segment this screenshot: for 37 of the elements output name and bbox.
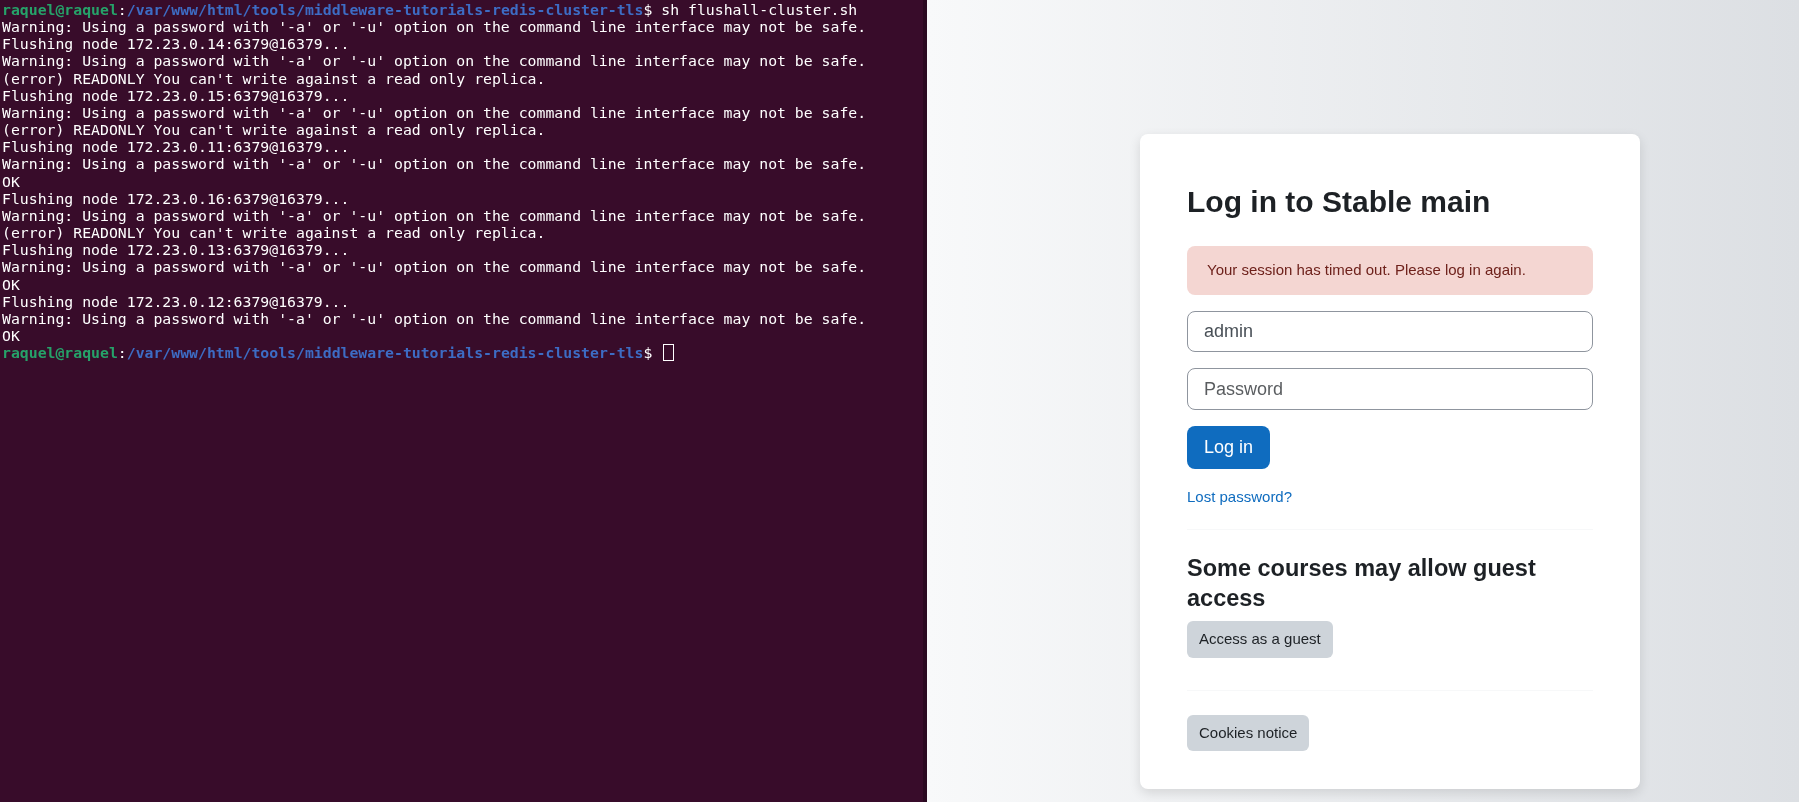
output-line: Warning: Using a password with '-a' or '-u' option on the command line interface may not be safe. <box>2 309 867 327</box>
lost-password-link[interactable]: Lost password? <box>1187 488 1293 506</box>
guest-access-button[interactable]: Access as a guest <box>1187 621 1333 658</box>
guest-heading: Some courses may allow guest access <box>1187 554 1537 613</box>
output-line: Flushing node 172.23.0.14:6379@16379... <box>2 35 350 53</box>
output-line: Warning: Using a password with '-a' or '-u' option on the command line interface may not be safe. <box>2 103 867 121</box>
command-text: sh flushall-cluster.sh <box>661 1 858 18</box>
output-line: Warning: Using a password with '-a' or '-u' option on the command line interface may not be safe. <box>2 18 867 36</box>
login-title: Log in to Stable main <box>1187 184 1492 220</box>
output-line: Flushing node 172.23.0.11:6379@16379... <box>2 138 350 156</box>
output-line: OK <box>2 326 20 344</box>
prompt-user: raquel@raquel <box>2 1 118 18</box>
output-line: Flushing node 172.23.0.12:6379@16379... <box>2 292 350 310</box>
output-line: Warning: Using a password with '-a' or '-u' option on the command line interface may not be safe. <box>2 155 867 173</box>
output-line: Warning: Using a password with '-a' or '-u' option on the command line interface may not be safe. <box>2 206 867 224</box>
password-field[interactable]: Password <box>1187 368 1593 411</box>
username-field[interactable]: admin <box>1187 310 1593 353</box>
output-line: Warning: Using a password with '-a' or '-u' option on the command line interface may not be safe. <box>2 52 867 70</box>
output-line: (error) READONLY You can't write against a read only replica. <box>2 121 546 139</box>
output-line: Warning: Using a password with '-a' or '-u' option on the command line interface may not be safe. <box>2 258 867 276</box>
output-line: (error) READONLY You can't write against a read only replica. <box>2 69 546 87</box>
cookies-notice-button[interactable]: Cookies notice <box>1187 714 1310 751</box>
prompt-symbol: $ <box>643 344 653 362</box>
prompt-path: /var/www/html/tools/middleware-tutorials-redis-cluster-tls <box>126 1 644 18</box>
output-line: (error) READONLY You can't write against a read only replica. <box>2 224 546 242</box>
prompt-colon: : <box>117 344 127 362</box>
session-alert: Your session has timed out. Please log in again. <box>1187 246 1593 295</box>
output-line: OK <box>2 275 20 293</box>
prompt-path: /var/www/html/tools/middleware-tutorials-redis-cluster-tls <box>126 344 644 362</box>
output-line: Flushing node 172.23.0.13:6379@16379... <box>2 241 350 259</box>
output-line: Flushing node 172.23.0.15:6379@16379... <box>2 86 350 104</box>
login-button[interactable]: Log in <box>1187 426 1271 470</box>
output-line: OK <box>2 172 20 190</box>
prompt-user: raquel@raquel <box>2 344 118 362</box>
prompt-colon: : <box>117 1 127 18</box>
prompt-symbol: $ <box>643 1 653 18</box>
output-line: Flushing node 172.23.0.16:6379@16379... <box>2 189 350 207</box>
